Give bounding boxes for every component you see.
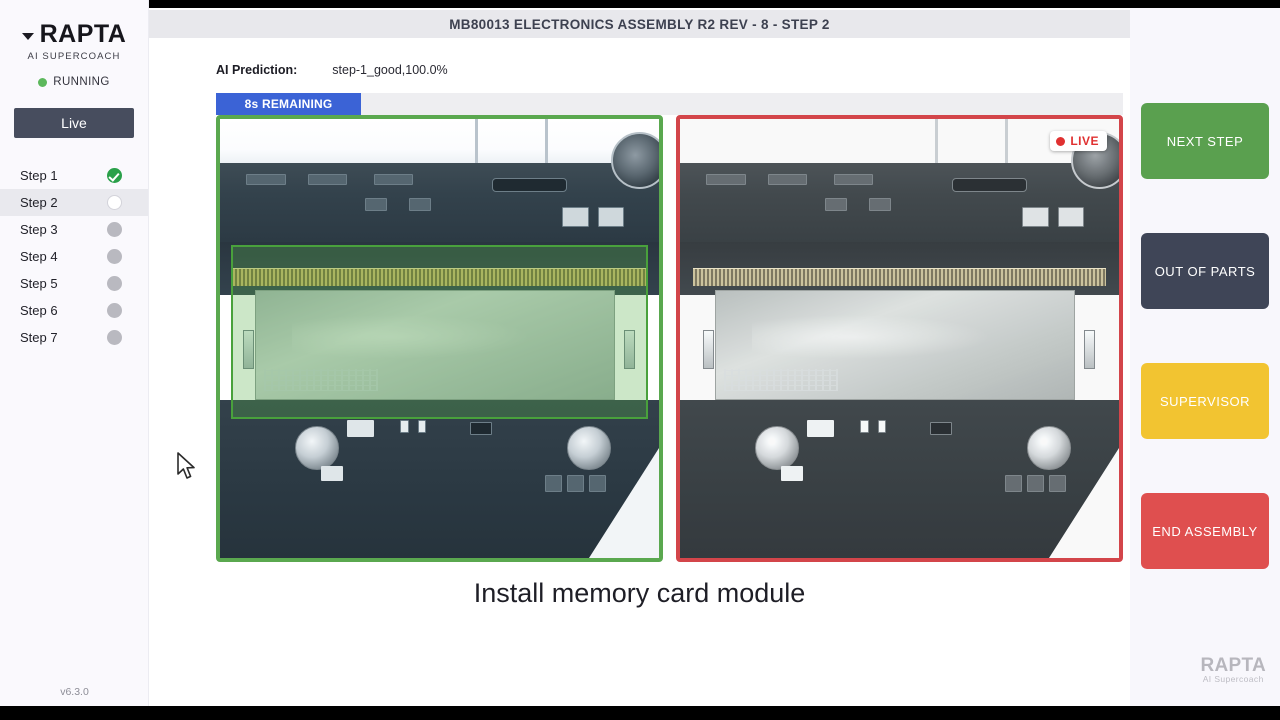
step-label: Step 5 (20, 276, 58, 291)
status-dot-icon (38, 77, 48, 87)
pcb-upper-region (680, 162, 1119, 242)
sidebar-item-step-3[interactable]: Step 3 (0, 216, 148, 243)
live-camera-feed (680, 119, 1119, 558)
supervisor-button[interactable]: SUPERVISOR (1141, 363, 1269, 439)
target-region-highlight (230, 245, 648, 419)
table-corner (1049, 448, 1119, 558)
reference-feed (220, 119, 659, 558)
table-corner (589, 448, 659, 558)
page-title: MB80013 ELECTRONICS ASSEMBLY R2 REV - 8 … (449, 16, 830, 32)
ai-prediction-row: AI Prediction: step-1_good,100.0% (216, 63, 448, 77)
mouse-cursor (177, 452, 195, 479)
step-status-pending-icon (107, 249, 122, 264)
video-panel-group: LIVE (216, 115, 1123, 562)
letterbox-top (0, 0, 1280, 8)
end-assembly-button[interactable]: END ASSEMBLY (1141, 493, 1269, 569)
record-dot-icon (1056, 136, 1066, 146)
step-label: Step 7 (20, 330, 58, 345)
ai-prediction-label: AI Prediction: (216, 63, 298, 77)
brand-name: RAPTA (39, 20, 127, 48)
dimm-slot (693, 268, 1106, 286)
mounting-screw-left (294, 426, 339, 471)
background-window (220, 119, 659, 163)
live-status-badge: LIVE (1050, 131, 1107, 151)
step-status-pending-icon (107, 276, 122, 291)
step-label: Step 1 (20, 168, 58, 183)
sidebar: RAPTA AI SUPERCOACH RUNNING Live Step 1 … (0, 0, 149, 706)
brand-subtitle: AI SUPERCOACH (27, 51, 121, 62)
step-status-done-icon (107, 168, 122, 183)
step-label: Step 4 (20, 249, 58, 264)
step-status-pending-icon (107, 330, 122, 345)
action-rail: NEXT STEP OUT OF PARTS SUPERVISOR END AS… (1130, 8, 1280, 706)
live-video-panel[interactable]: LIVE (676, 115, 1123, 562)
page-title-bar: MB80013 ELECTRONICS ASSEMBLY R2 REV - 8 … (149, 10, 1130, 38)
main-content: MB80013 ELECTRONICS ASSEMBLY R2 REV - 8 … (149, 8, 1130, 706)
brand-row[interactable]: RAPTA (0, 22, 148, 47)
step-label: Step 3 (20, 222, 58, 237)
out-of-parts-button[interactable]: OUT OF PARTS (1141, 233, 1269, 309)
step-status-pending-icon (107, 303, 122, 318)
brand-block: RAPTA AI SUPERCOACH (0, 0, 148, 62)
progress-fill: 8s REMAINING (216, 93, 362, 115)
sidebar-item-step-6[interactable]: Step 6 (0, 297, 148, 324)
live-button[interactable]: Live (14, 108, 134, 138)
sidebar-item-step-1[interactable]: Step 1 (0, 162, 148, 189)
step-status-pending-icon (107, 222, 122, 237)
via-grid (723, 369, 839, 392)
step-list: Step 1 Step 2 Step 3 Step 4 Step 5 Step … (0, 162, 148, 351)
step-instruction-caption: Install memory card module (473, 578, 806, 608)
reference-video-panel[interactable] (216, 115, 663, 562)
progress-remaining-label: 8s REMAINING (244, 97, 333, 111)
step-status-current-icon (107, 195, 122, 210)
letterbox-bottom (0, 706, 1280, 720)
status-label: RUNNING (53, 76, 110, 88)
step-label: Step 2 (20, 195, 58, 210)
step-timer-progress-bar: 8s REMAINING (216, 93, 1123, 115)
watermark-subtitle: AI Supercoach (1202, 674, 1264, 684)
mounting-screw-left (754, 426, 799, 471)
retention-clip-right (1083, 329, 1096, 370)
app-root: RAPTA AI SUPERCOACH RUNNING Live Step 1 … (0, 0, 1280, 720)
sidebar-item-step-4[interactable]: Step 4 (0, 243, 148, 270)
next-step-button[interactable]: NEXT STEP (1141, 103, 1269, 179)
chevron-down-icon[interactable] (21, 33, 34, 40)
ai-prediction-value: step-1_good,100.0% (332, 63, 448, 77)
app-version: v6.3.0 (60, 686, 89, 698)
sidebar-item-step-2[interactable]: Step 2 (0, 189, 148, 216)
sidebar-item-step-5[interactable]: Step 5 (0, 270, 148, 297)
pcb-upper-region (220, 162, 659, 242)
watermark: RAPTA AI Supercoach (1200, 655, 1266, 684)
live-badge-label: LIVE (1070, 134, 1099, 148)
retention-clip-left (702, 329, 715, 370)
status-badge: RUNNING (0, 76, 148, 88)
motherboard-image-live (680, 119, 1119, 558)
step-label: Step 6 (20, 303, 58, 318)
sidebar-item-step-7[interactable]: Step 7 (0, 324, 148, 351)
